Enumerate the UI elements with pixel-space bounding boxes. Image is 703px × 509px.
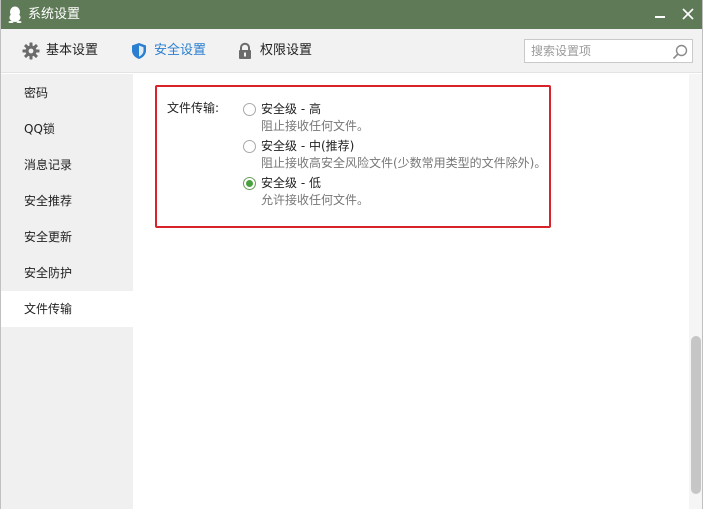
option-title: 安全级 - 低 (261, 176, 321, 190)
sidebar-item-file-transfer[interactable]: 文件传输 (0, 291, 133, 327)
settings-content: 文件传输: 安全级 - 高 阻止接收任何文件。 安全级 - 中(推荐) 阻止接收… (133, 74, 703, 509)
lock-icon (239, 42, 251, 59)
scrollbar-thumb[interactable] (691, 336, 701, 494)
search-input[interactable] (531, 43, 671, 59)
tab-security-settings[interactable]: 安全设置 (130, 41, 220, 61)
tab-permission-settings-label: 权限设置 (260, 43, 313, 58)
title-bar: 系统设置 (0, 0, 703, 29)
settings-window: 系统设置 基本设置 安全设置 权限设置 搜索设置项 密码 QQ锁 消息记录 安全… (0, 0, 703, 509)
minimize-button[interactable] (645, 0, 675, 29)
minimize-icon (655, 16, 665, 18)
tab-basic-settings[interactable]: 基本设置 (22, 41, 112, 61)
sidebar-item-label: 安全防护 (24, 266, 73, 280)
sidebar-item-label: 消息记录 (24, 158, 73, 172)
radio-button[interactable] (243, 103, 256, 116)
tab-security-settings-label: 安全设置 (154, 43, 207, 58)
gear-icon (22, 42, 40, 60)
sidebar-item-security-update[interactable]: 安全更新 (0, 219, 133, 255)
radio-button[interactable] (243, 140, 256, 153)
option-title: 安全级 - 高 (261, 102, 321, 116)
sidebar-item-security-recommend[interactable]: 安全推荐 (0, 183, 133, 219)
radio-button-selected[interactable] (243, 177, 256, 190)
option-description: 允许接收任何文件。 (261, 193, 370, 207)
sidebar-item-password[interactable]: 密码 (0, 75, 133, 111)
window-title: 系统设置 (28, 7, 81, 22)
sidebar-item-label: 安全推荐 (24, 194, 73, 208)
sidebar-item-label: QQ锁 (24, 122, 55, 136)
sidebar-item-label: 密码 (24, 86, 49, 100)
settings-sidebar: 密码 QQ锁 消息记录 安全推荐 安全更新 安全防护 文件传输 (0, 74, 133, 509)
search-box (524, 39, 693, 63)
option-description: 阻止接收高安全风险文件(少数常用类型的文件除外)。 (261, 156, 547, 170)
sidebar-item-security-protection[interactable]: 安全防护 (0, 255, 133, 291)
sidebar-item-label: 安全更新 (24, 230, 73, 244)
sidebar-item-message-history[interactable]: 消息记录 (0, 147, 133, 183)
settings-toolbar: 基本设置 安全设置 权限设置 (0, 29, 703, 73)
close-icon (682, 8, 694, 20)
tab-basic-settings-label: 基本设置 (46, 43, 99, 58)
option-title: 安全级 - 中(推荐) (261, 139, 355, 153)
search-icon[interactable] (671, 43, 689, 61)
shield-icon (132, 43, 146, 59)
tab-permission-settings[interactable]: 权限设置 (236, 41, 326, 61)
option-description: 阻止接收任何文件。 (261, 119, 370, 133)
sidebar-item-label: 文件传输 (24, 302, 73, 316)
close-button[interactable] (673, 0, 703, 29)
sidebar-item-qq-lock[interactable]: QQ锁 (0, 111, 133, 147)
file-transfer-label: 文件传输: (167, 101, 220, 115)
qq-penguin-icon (8, 6, 22, 23)
vertical-scrollbar[interactable] (689, 74, 703, 509)
